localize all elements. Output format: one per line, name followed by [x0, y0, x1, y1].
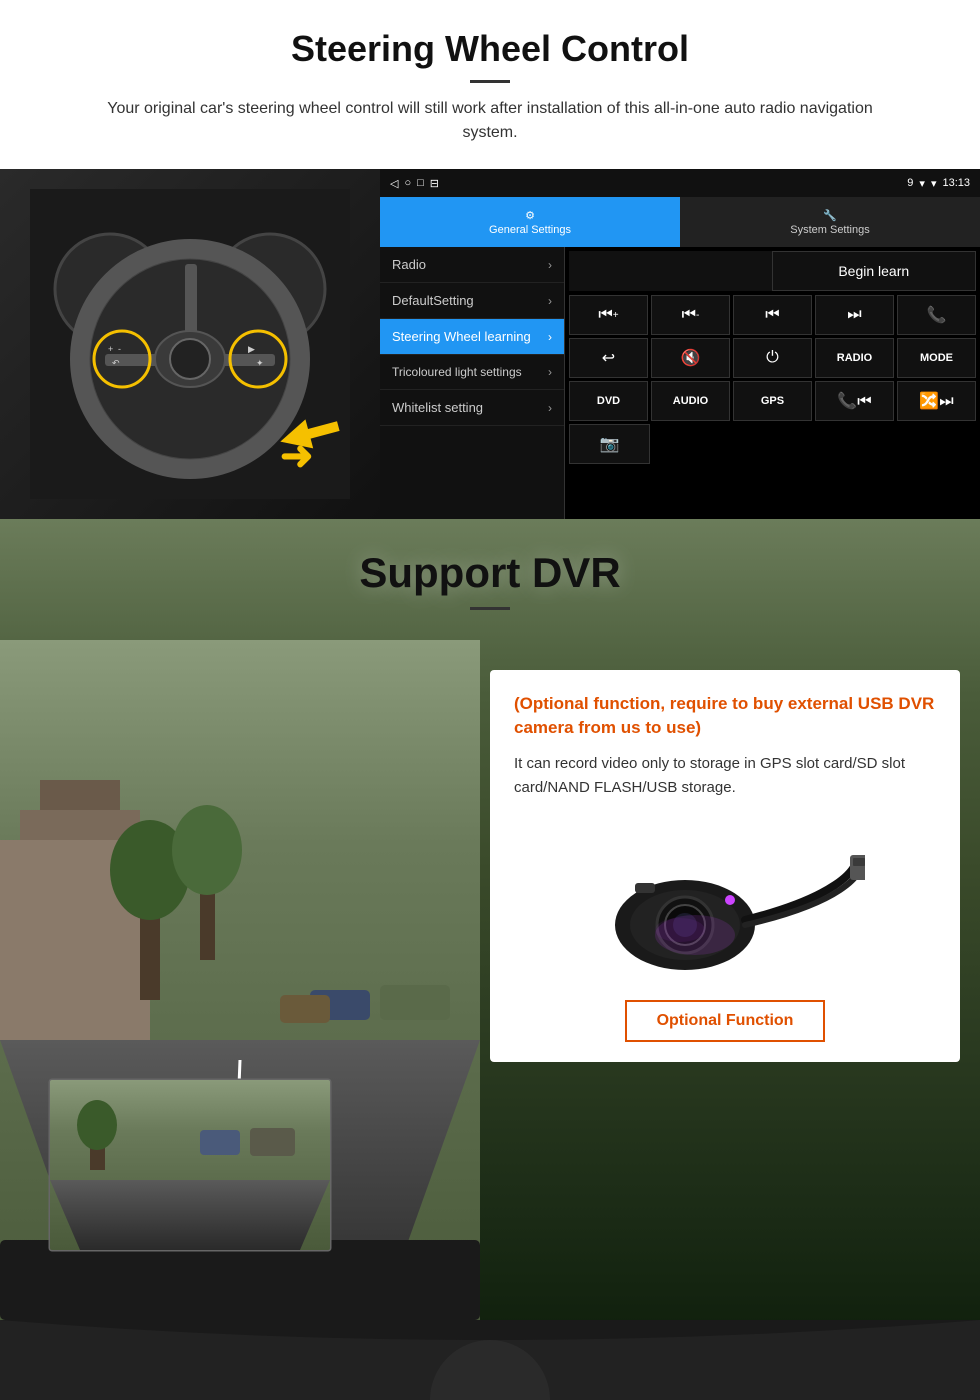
- android-ui: ◁ ○ □ ⊟ 9 ▾ ▾ 13:13 ⚙ General Settings: [380, 169, 980, 519]
- steering-wheel-area: + - ↶ ▶ ✦ ➜: [0, 169, 380, 519]
- svg-text:↶: ↶: [112, 358, 120, 368]
- chevron-icon: ›: [548, 330, 552, 344]
- general-settings-label: General Settings: [489, 224, 571, 236]
- menu-whitelist-label: Whitelist setting: [392, 400, 483, 415]
- svg-text:✦: ✦: [256, 358, 264, 368]
- android-menu: Radio › DefaultSetting › Steering Wheel …: [380, 247, 565, 519]
- menu-item-tricolour[interactable]: Tricoloured light settings ›: [380, 355, 564, 390]
- dashboard-bottom-svg: [0, 1320, 980, 1400]
- steering-wheel-svg: + - ↶ ▶ ✦ ➜: [30, 189, 350, 499]
- tab-general[interactable]: ⚙ General Settings: [380, 197, 680, 247]
- shuffle-next-button[interactable]: 🔀⏭: [897, 381, 976, 421]
- prev-track-button[interactable]: ⏮: [733, 295, 812, 335]
- tab-system[interactable]: 🔧 System Settings: [680, 197, 980, 247]
- section1-divider: [470, 80, 510, 83]
- menu-steering-label: Steering Wheel learning: [392, 329, 531, 344]
- statusbar-right-icons: 9 ▾ ▾ 13:13: [907, 177, 970, 190]
- menu-tricolour-label: Tricoloured light settings: [392, 365, 522, 379]
- optional-function-button[interactable]: Optional Function: [625, 1000, 826, 1042]
- back-call-button[interactable]: ↩: [569, 338, 648, 378]
- android-content: Radio › DefaultSetting › Steering Wheel …: [380, 247, 980, 519]
- vol-up-button[interactable]: ⏮+: [569, 295, 648, 335]
- section1-title: Steering Wheel Control: [40, 28, 940, 70]
- dvd-button[interactable]: DVD: [569, 381, 648, 421]
- dvr-optional-text: (Optional function, require to buy exter…: [514, 692, 936, 740]
- system-settings-label: System Settings: [790, 224, 869, 236]
- audio-button[interactable]: AUDIO: [651, 381, 730, 421]
- dvr-camera-image: [514, 820, 936, 980]
- dvr-road-image: [0, 640, 480, 1320]
- mode-button[interactable]: MODE: [897, 338, 976, 378]
- menu-default-label: DefaultSetting: [392, 293, 474, 308]
- road-scene-svg: [0, 640, 480, 1320]
- next-track-button[interactable]: ⏭: [815, 295, 894, 335]
- control-buttons-row2: ↩ 🔇 ⏻ RADIO MODE: [569, 338, 976, 378]
- phone-prev-button[interactable]: 📞⏮: [815, 381, 894, 421]
- dvr-divider: [470, 607, 510, 610]
- wifi-icon: ▾: [919, 177, 925, 190]
- svg-text:+: +: [108, 344, 113, 354]
- back-icon[interactable]: ◁: [390, 177, 398, 190]
- radio-button[interactable]: RADIO: [815, 338, 894, 378]
- begin-learn-spacer: [569, 251, 772, 291]
- power-button[interactable]: ⏻: [733, 338, 812, 378]
- chevron-icon: ›: [548, 401, 552, 415]
- control-buttons-row4: 📷: [569, 424, 976, 464]
- dvr-desc-text: It can record video only to storage in G…: [514, 752, 936, 800]
- home-icon[interactable]: ○: [404, 177, 411, 189]
- dvr-camera-svg: [585, 825, 865, 975]
- android-panel: Begin learn ⏮+ ⏮- ⏮ ⏭ 📞 ↩ 🔇 ⏻: [565, 247, 980, 519]
- dvr-right-panel: (Optional function, require to buy exter…: [480, 640, 980, 1320]
- signal-icon: 9: [907, 177, 913, 189]
- time-display: 13:13: [942, 177, 970, 189]
- steering-container: + - ↶ ▶ ✦ ➜ ◁ ○ □ ⊟ 9: [0, 169, 980, 519]
- android-tabs: ⚙ General Settings 🔧 System Settings: [380, 197, 980, 247]
- mute-button[interactable]: 🔇: [651, 338, 730, 378]
- battery-icon: ▾: [931, 177, 937, 190]
- dvr-info-box: (Optional function, require to buy exter…: [490, 670, 960, 1062]
- recents-icon[interactable]: □: [417, 177, 424, 189]
- control-buttons-row3: DVD AUDIO GPS 📞⏮ 🔀⏭: [569, 381, 976, 421]
- dvr-title: Support DVR: [40, 549, 940, 597]
- dvr-body: (Optional function, require to buy exter…: [0, 640, 980, 1320]
- menu-item-steering[interactable]: Steering Wheel learning ›: [380, 319, 564, 355]
- android-statusbar: ◁ ○ □ ⊟ 9 ▾ ▾ 13:13: [380, 169, 980, 197]
- section1-subtitle: Your original car's steering wheel contr…: [80, 97, 900, 145]
- control-buttons-row1: ⏮+ ⏮- ⏮ ⏭ 📞: [569, 295, 976, 335]
- section1-header: Steering Wheel Control Your original car…: [0, 0, 980, 153]
- menu-item-whitelist[interactable]: Whitelist setting ›: [380, 390, 564, 426]
- chevron-icon: ›: [548, 258, 552, 272]
- phone-button[interactable]: 📞: [897, 295, 976, 335]
- camera-button[interactable]: 📷: [569, 424, 650, 464]
- menu-radio-label: Radio: [392, 257, 426, 272]
- vol-down-button[interactable]: ⏮-: [651, 295, 730, 335]
- menu-icon[interactable]: ⊟: [430, 177, 439, 190]
- chevron-icon: ›: [548, 365, 552, 379]
- begin-learn-row: Begin learn: [569, 251, 976, 291]
- dvr-header: Support DVR: [0, 519, 980, 620]
- gps-button[interactable]: GPS: [733, 381, 812, 421]
- svg-text:-: -: [118, 344, 121, 354]
- menu-item-default[interactable]: DefaultSetting ›: [380, 283, 564, 319]
- system-icon: 🔧: [823, 209, 837, 222]
- gear-icon: ⚙: [525, 209, 535, 222]
- svg-text:▶: ▶: [248, 344, 255, 354]
- steering-section: Steering Wheel Control Your original car…: [0, 0, 980, 519]
- dvr-bottom-bar: [0, 1320, 980, 1400]
- svg-text:➜: ➜: [280, 434, 314, 478]
- menu-item-radio[interactable]: Radio ›: [380, 247, 564, 283]
- dvr-section: Support DVR: [0, 519, 980, 1400]
- chevron-icon: ›: [548, 294, 552, 308]
- statusbar-left-icons: ◁ ○ □ ⊟: [390, 177, 439, 190]
- begin-learn-button[interactable]: Begin learn: [772, 251, 977, 291]
